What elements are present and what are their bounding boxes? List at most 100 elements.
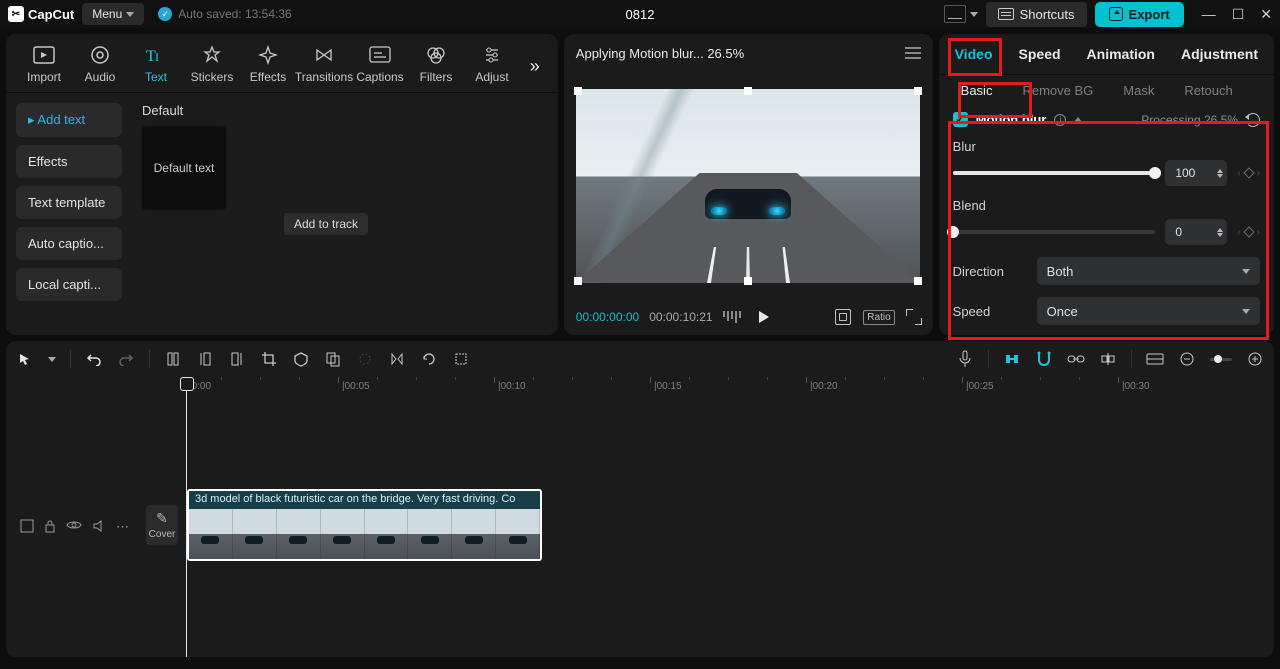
direction-label: Direction	[953, 264, 1027, 279]
sidebar-item-local-captions[interactable]: Local capti...	[16, 268, 122, 301]
subtab-retouch[interactable]: Retouch	[1176, 77, 1240, 104]
menu-button[interactable]: Menu	[82, 3, 144, 25]
pointer-menu[interactable]	[48, 357, 56, 362]
resize-handle[interactable]	[914, 277, 922, 285]
record-button[interactable]	[356, 350, 374, 368]
tab-adjustment[interactable]: Adjustment	[1179, 36, 1260, 72]
timecode-current: 00:00:00:00	[576, 310, 639, 324]
import-icon	[33, 44, 55, 66]
timeline[interactable]: 00:00 |00:05 |00:10 |00:15 |00:20 |00:25…	[6, 377, 1274, 657]
window-maximize-button[interactable]: ☐	[1232, 6, 1245, 23]
tab-adjust[interactable]: Adjust	[464, 40, 520, 92]
undo-button[interactable]	[85, 350, 103, 368]
resize-handle[interactable]	[744, 277, 752, 285]
logo-icon: ✂	[8, 6, 24, 22]
resize-handle[interactable]	[914, 87, 922, 95]
text-category-list: Add text Effects Text template Auto capt…	[6, 93, 132, 335]
info-icon[interactable]: i	[1054, 114, 1066, 126]
zoom-slider[interactable]	[1210, 358, 1232, 361]
tab-filters[interactable]: Filters	[408, 40, 464, 92]
tab-stickers[interactable]: Stickers	[184, 40, 240, 92]
blend-keyframe-nav[interactable]: ‹›	[1237, 227, 1260, 238]
ratio-button[interactable]: Ratio	[863, 310, 894, 325]
tab-speed[interactable]: Speed	[1017, 36, 1063, 72]
zoom-out-button[interactable]	[1178, 350, 1196, 368]
resize-handle[interactable]	[574, 277, 582, 285]
trim-left-button[interactable]	[196, 350, 214, 368]
tab-text[interactable]: TI Text	[128, 40, 184, 92]
blend-value-input[interactable]: 0	[1165, 219, 1227, 245]
tab-video[interactable]: Video	[953, 36, 995, 72]
mask-shape-button[interactable]	[292, 350, 310, 368]
mirror-button[interactable]	[388, 350, 406, 368]
rotate-button[interactable]	[420, 350, 438, 368]
crop-button[interactable]	[260, 350, 278, 368]
subtab-remove-bg[interactable]: Remove BG	[1014, 77, 1101, 104]
tab-animation[interactable]: Animation	[1085, 36, 1157, 72]
tab-transitions[interactable]: Transitions	[296, 40, 352, 92]
refresh-icon[interactable]	[1246, 113, 1260, 127]
filters-icon	[425, 44, 447, 66]
speed-select[interactable]: Once	[1037, 297, 1260, 325]
layout-preset-button[interactable]	[944, 5, 978, 23]
blur-value-input[interactable]: 100	[1165, 160, 1227, 186]
mic-button[interactable]	[956, 350, 974, 368]
sidebar-item-text-template[interactable]: Text template	[16, 186, 122, 219]
svg-text:I: I	[155, 50, 159, 64]
trim-right-button[interactable]	[228, 350, 246, 368]
play-button[interactable]	[759, 311, 769, 323]
collapse-icon[interactable]	[1074, 117, 1082, 122]
sidebar-item-auto-captions[interactable]: Auto captio...	[16, 227, 122, 260]
blur-slider[interactable]	[953, 171, 1156, 175]
cover-button[interactable]: ✎ Cover	[146, 505, 178, 545]
preview-viewport[interactable]	[576, 89, 920, 283]
track-mute-icon[interactable]	[92, 519, 106, 535]
track-more-icon[interactable]: ⋯	[116, 519, 131, 535]
blend-slider[interactable]	[953, 230, 1156, 234]
timeline-ruler[interactable]: 00:00 |00:05 |00:10 |00:15 |00:20 |00:25…	[182, 377, 1274, 401]
window-close-button[interactable]: ✕	[1260, 6, 1272, 23]
chevron-down-icon	[1242, 309, 1250, 314]
window-minimize-button[interactable]: —	[1202, 6, 1216, 23]
sidebar-item-add-text[interactable]: Add text	[16, 103, 122, 137]
track-settings-icon[interactable]	[20, 519, 34, 535]
layout-icon	[944, 5, 966, 23]
video-clip[interactable]: 3d model of black futuristic car on the …	[187, 489, 542, 561]
duplicate-button[interactable]	[324, 350, 342, 368]
app-name: CapCut	[28, 7, 74, 22]
zoom-in-button[interactable]	[1246, 350, 1264, 368]
tab-audio[interactable]: Audio	[72, 40, 128, 92]
safe-zone-button[interactable]	[835, 309, 851, 325]
link-button[interactable]	[1067, 350, 1085, 368]
magnet-main-button[interactable]	[1003, 350, 1021, 368]
tabs-more-button[interactable]: »	[522, 48, 548, 85]
subtab-basic[interactable]: Basic	[953, 77, 1001, 104]
motion-blur-toggle[interactable]: ✓	[953, 112, 968, 127]
speed-label: Speed	[953, 304, 1027, 319]
project-title: 0812	[626, 7, 655, 22]
tab-import[interactable]: Import	[16, 40, 72, 92]
preset-default-text[interactable]: Default text	[142, 126, 226, 210]
magnet-aux-button[interactable]	[1035, 350, 1053, 368]
align-button[interactable]	[1099, 350, 1117, 368]
freeze-button[interactable]	[452, 350, 470, 368]
preview-cache-button[interactable]	[1146, 350, 1164, 368]
redo-button[interactable]	[117, 350, 135, 368]
split-button[interactable]	[164, 350, 182, 368]
pointer-tool[interactable]	[16, 350, 34, 368]
track-lock-icon[interactable]	[44, 519, 56, 535]
playhead[interactable]	[186, 379, 187, 657]
resize-handle[interactable]	[574, 87, 582, 95]
track-visibility-icon[interactable]	[66, 519, 82, 535]
resize-handle[interactable]	[744, 87, 752, 95]
fullscreen-button[interactable]	[907, 310, 921, 324]
direction-select[interactable]: Both	[1037, 257, 1260, 285]
blur-keyframe-nav[interactable]: ‹›	[1237, 168, 1260, 179]
export-button[interactable]: Export	[1095, 2, 1184, 27]
shortcuts-button[interactable]: Shortcuts	[986, 2, 1087, 27]
tab-captions[interactable]: Captions	[352, 40, 408, 92]
sidebar-item-effects[interactable]: Effects	[16, 145, 122, 178]
subtab-mask[interactable]: Mask	[1115, 77, 1162, 104]
preview-menu-button[interactable]	[905, 47, 921, 59]
tab-effects[interactable]: Effects	[240, 40, 296, 92]
